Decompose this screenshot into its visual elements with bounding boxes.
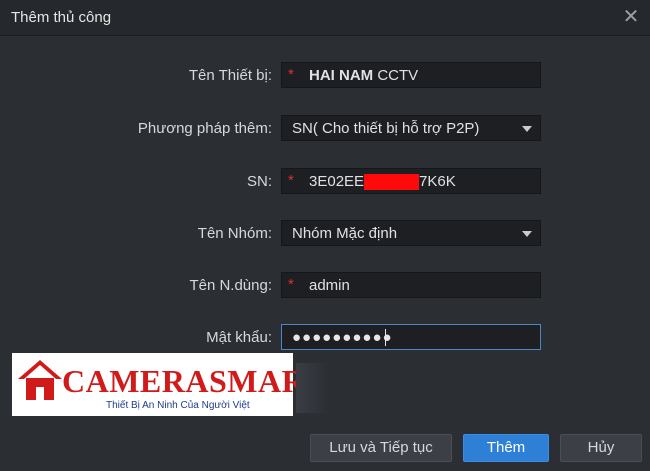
sn-value-prefix: 3E02EE [309,173,365,190]
group-value: Nhóm Mặc định [292,225,398,242]
group-select[interactable]: Nhóm Mặc định [281,220,541,246]
watermark-tagline: Thiết Bị An Ninh Của Người Việt [106,400,250,411]
sn-label: SN: [246,173,272,190]
username-input[interactable]: * admin [281,272,541,298]
redaction-bar [364,174,419,190]
dialog-titlebar: Thêm thủ công ✕ [0,0,650,36]
add-method-select[interactable]: SN( Cho thiết bị hỗ trợ P2P) [281,115,541,141]
username-label: Tên N.dùng: [189,277,272,294]
password-row: Mật khẩu: ●●●●●●●●●● [0,324,650,350]
sn-value-suffix: 7K6K [419,173,456,190]
cancel-button[interactable]: Hủy [560,434,642,462]
watermark-logo: CAMERASMART Thiết Bị An Ninh Của Người V… [12,353,325,416]
password-label: Mật khẩu: [206,329,272,346]
background-smudge [296,363,330,413]
house-icon [18,360,62,400]
add-button[interactable]: Thêm [463,434,549,462]
password-input[interactable]: ●●●●●●●●●● [281,324,541,350]
group-label: Tên Nhóm: [197,225,272,242]
sn-row: SN: * 3E02EE 7K6K [0,168,650,194]
dialog-title: Thêm thủ công [11,9,112,26]
required-marker: * [288,172,294,189]
device-name-value: HAI NAM CCTV [309,67,418,84]
device-name-label: Tên Thiết bị: [188,67,272,84]
required-marker: * [288,276,294,293]
group-row: Tên Nhóm: Nhóm Mặc định [0,220,650,246]
add-method-row: Phương pháp thêm: SN( Cho thiết bị hỗ tr… [0,115,650,141]
close-icon[interactable]: ✕ [620,6,642,28]
device-name-row: Tên Thiết bị: * HAI NAM CCTV [0,62,650,88]
password-value: ●●●●●●●●●● [292,329,393,346]
username-value: admin [309,277,350,294]
device-name-value-rest: CCTV [373,67,419,84]
device-name-input[interactable]: * HAI NAM CCTV [281,62,541,88]
sn-input[interactable]: * 3E02EE 7K6K [281,168,541,194]
save-continue-button[interactable]: Lưu và Tiếp tục [310,434,452,462]
add-method-label: Phương pháp thêm: [137,120,272,137]
required-marker: * [288,66,294,83]
chevron-down-icon[interactable] [522,126,532,132]
text-cursor [385,329,386,346]
add-method-value: SN( Cho thiết bị hỗ trợ P2P) [292,120,480,137]
chevron-down-icon[interactable] [522,231,532,237]
watermark-brand: CAMERASMART [62,363,326,399]
device-name-value-bold: HAI NAM [309,67,374,84]
username-row: Tên N.dùng: * admin [0,272,650,298]
